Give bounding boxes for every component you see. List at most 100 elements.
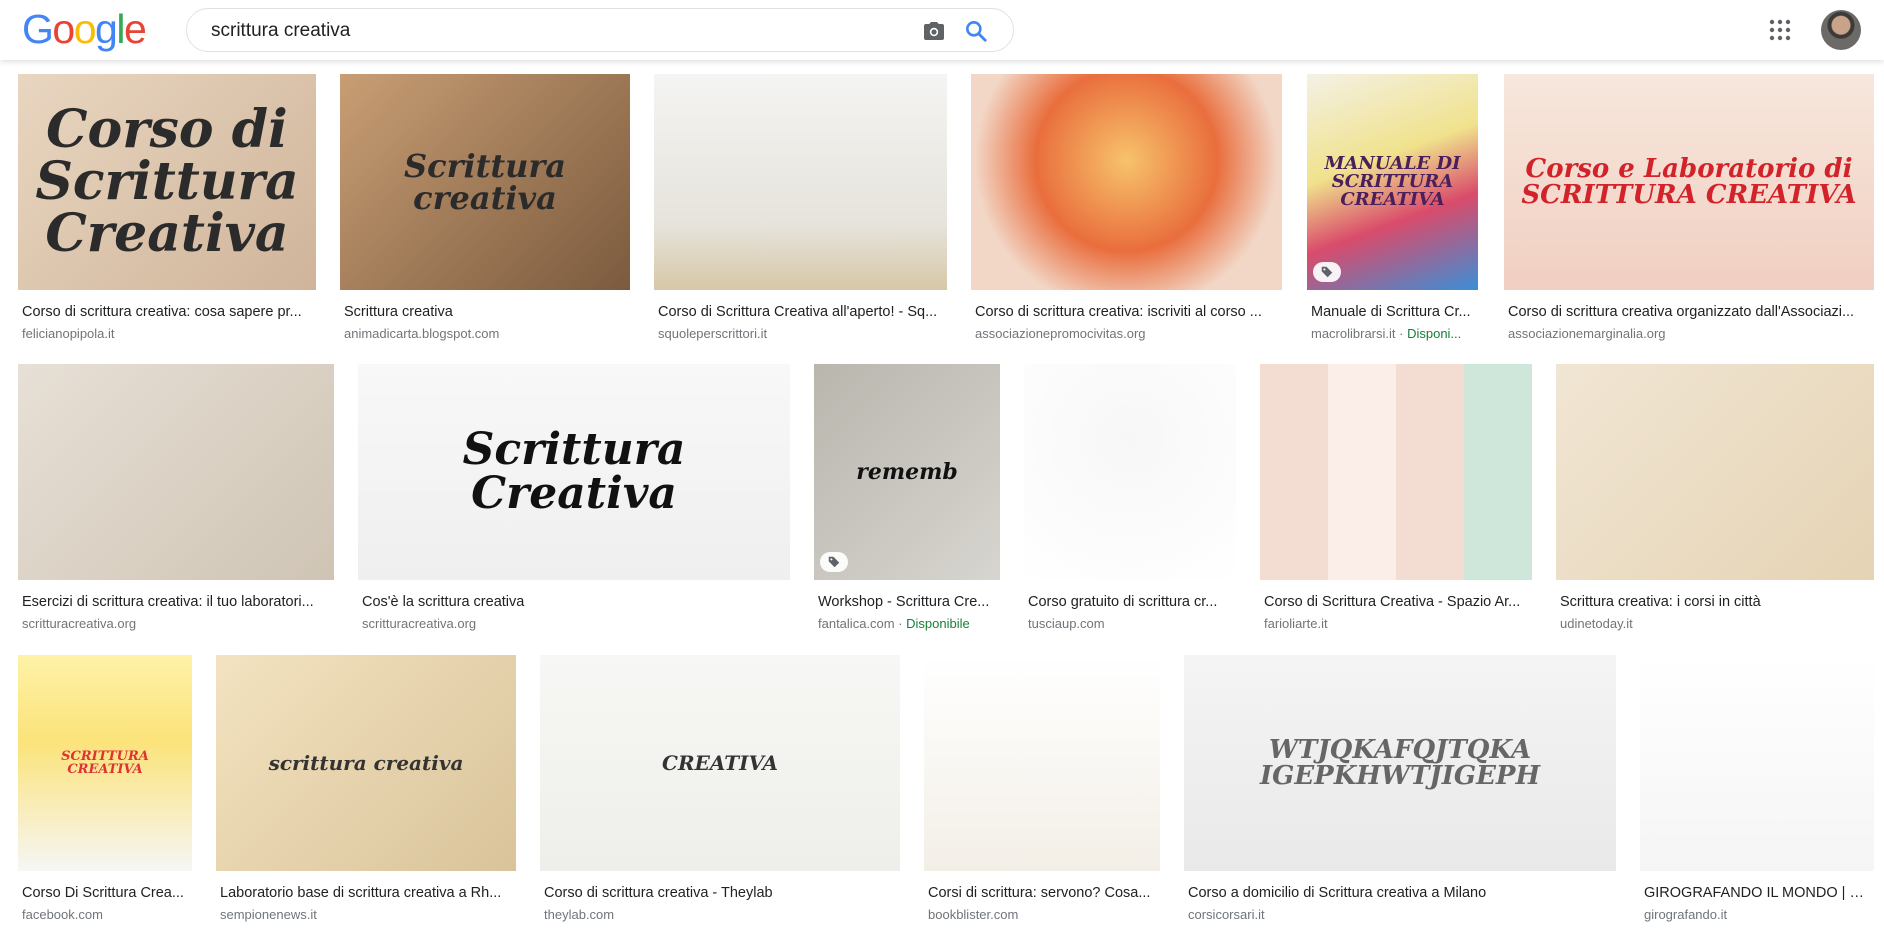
image-result-card[interactable]: Corso di scrittura creativa: iscriviti a… <box>971 74 1282 344</box>
thumbnail-text: Corso di Scrittura Creativa <box>35 99 299 264</box>
result-title[interactable]: Esercizi di scrittura creativa: il tuo l… <box>22 594 330 610</box>
result-title[interactable]: Corso gratuito di scrittura cr... <box>1028 594 1232 610</box>
thumbnail-text: scrittura creativa <box>268 751 464 775</box>
google-logo[interactable]: Google <box>22 6 147 52</box>
result-thumbnail[interactable]: Corso di Scrittura Creativa <box>18 74 316 290</box>
image-result-card[interactable]: Scrittura creativa Scrittura creativa anim… <box>340 74 630 344</box>
logo-letter: o <box>52 6 75 52</box>
result-domain-text: squoleperscrittori.it <box>658 326 768 341</box>
thumbnail-text: rememb <box>856 459 958 485</box>
result-thumbnail[interactable]: SCRITTURA CREATIVA <box>18 655 192 871</box>
image-result-card[interactable]: Corso di Scrittura Creativa - Spazio Ar.… <box>1260 364 1532 634</box>
result-domain-text: sempionenews.it <box>220 907 317 922</box>
result-thumbnail[interactable]: Scrittura Creativa <box>358 364 790 580</box>
result-domain-text: felicianopipola.it <box>22 326 115 341</box>
result-thumbnail[interactable]: Scrittura creativa <box>340 74 630 290</box>
image-result-card[interactable]: Corso gratuito di scrittura cr... tusciau… <box>1024 364 1236 634</box>
thumbnail-text: Scrittura creativa <box>403 147 567 217</box>
image-result-card[interactable]: CREATIVA Corso di scrittura creativa - Th… <box>540 655 900 925</box>
result-domain: squoleperscrittori.it <box>658 326 943 341</box>
result-domain-text: bookblister.com <box>928 907 1019 922</box>
result-title[interactable]: Corso di scrittura creativa: cosa sapere… <box>22 304 312 320</box>
camera-icon[interactable] <box>922 19 946 43</box>
image-result-card[interactable]: WTJQKAFQJTQKA IGEPKHWTJIGEPH Corso a domi… <box>1184 655 1616 925</box>
result-domain-text: udinetoday.it <box>1560 616 1633 631</box>
result-domain-text: girografando.it <box>1644 907 1728 922</box>
result-domain: girografando.it <box>1644 907 1870 922</box>
logo-letter: o <box>73 6 97 52</box>
result-thumbnail[interactable]: Corso e Laboratorio di SCRITTURA CREATIV… <box>1504 74 1874 290</box>
result-title[interactable]: Corso Di Scrittura Crea... <box>22 885 188 901</box>
thumbnail-text: WTJQKAFQJTQKA IGEPKHWTJIGEPH <box>1259 735 1541 791</box>
result-domain: scritturacreativa.org <box>362 616 786 631</box>
result-domain: bookblister.com <box>928 907 1156 922</box>
result-domain-text: fantalica.com <box>818 616 895 631</box>
image-result-card[interactable]: Esercizi di scrittura creativa: il tuo l… <box>18 364 334 634</box>
result-domain: associazionemarginalia.org <box>1508 326 1870 341</box>
image-result-card[interactable]: GIROGRAFANDO IL MONDO | Pr... girografand… <box>1640 655 1874 925</box>
result-title[interactable]: Corso di scrittura creativa - Theylab <box>544 885 896 901</box>
result-domain-text: associazionemarginalia.org <box>1508 326 1666 341</box>
result-title[interactable]: Workshop - Scrittura Cre... <box>818 594 996 610</box>
logo-letter: e <box>123 6 147 52</box>
image-result-card[interactable]: Corso e Laboratorio di SCRITTURA CREATIV… <box>1504 74 1874 344</box>
result-thumbnail[interactable]: CREATIVA <box>540 655 900 871</box>
search-input[interactable] <box>211 18 871 44</box>
result-title[interactable]: Corso di Scrittura Creativa all'aperto! … <box>658 304 943 320</box>
image-result-card[interactable]: Corso di Scrittura Creativa Corso di scri… <box>18 74 316 344</box>
result-title[interactable]: Scrittura creativa: i corsi in città <box>1560 594 1870 610</box>
result-title[interactable]: Scrittura creativa <box>344 304 626 320</box>
result-title[interactable]: Corso di Scrittura Creativa - Spazio Ar.… <box>1264 594 1528 610</box>
result-domain-text: scritturacreativa.org <box>22 616 137 631</box>
result-domain: udinetoday.it <box>1560 616 1870 631</box>
result-domain-text: corsicorsari.it <box>1188 907 1265 922</box>
image-result-card[interactable]: Corsi di scrittura: servono? Cosa... book… <box>924 655 1160 925</box>
image-result-card[interactable]: scrittura creativa Laboratorio base di sc… <box>216 655 516 925</box>
image-result-card[interactable]: rememb Workshop - Scrittura Cre... fantali… <box>814 364 1000 634</box>
result-thumbnail[interactable] <box>654 74 947 290</box>
result-domain: theylab.com <box>544 907 896 922</box>
image-result-card[interactable]: Scrittura Creativa Cos'è la scrittura cre… <box>358 364 790 634</box>
result-domain: farioliarte.it <box>1264 616 1528 631</box>
availability-label: Disponi... <box>1407 326 1462 341</box>
result-thumbnail[interactable] <box>1024 364 1236 580</box>
result-thumbnail[interactable] <box>924 655 1160 871</box>
result-title[interactable]: Corso di scrittura creativa organizzato … <box>1508 304 1870 320</box>
result-title[interactable]: Manuale di Scrittura Cr... <box>1311 304 1474 320</box>
result-domain-text: associazionepromocivitas.org <box>975 326 1146 341</box>
result-thumbnail[interactable]: MANUALE DI SCRITTURA CREATIVA <box>1307 74 1478 290</box>
result-title[interactable]: Laboratorio base di scrittura creativa a… <box>220 885 512 901</box>
result-thumbnail[interactable] <box>1260 364 1532 580</box>
result-title[interactable]: Cos'è la scrittura creativa <box>362 594 786 610</box>
result-domain: associazionepromocivitas.org <box>975 326 1278 341</box>
search-icon[interactable] <box>963 18 989 44</box>
search-box <box>186 8 1014 52</box>
result-domain: animadicarta.blogspot.com <box>344 326 626 341</box>
result-thumbnail[interactable] <box>1556 364 1874 580</box>
result-thumbnail[interactable] <box>1640 655 1874 871</box>
user-avatar[interactable] <box>1821 10 1861 50</box>
image-result-card[interactable]: Corso di Scrittura Creativa all'aperto! … <box>654 74 947 344</box>
result-thumbnail[interactable] <box>971 74 1282 290</box>
image-result-card[interactable]: Scrittura creativa: i corsi in città udin… <box>1556 364 1874 634</box>
result-domain-text: facebook.com <box>22 907 103 922</box>
result-domain-text: scritturacreativa.org <box>362 616 477 631</box>
result-thumbnail[interactable]: scrittura creativa <box>216 655 516 871</box>
image-result-card[interactable]: SCRITTURA CREATIVA Corso Di Scrittura Cre… <box>18 655 192 925</box>
result-domain-text: macrolibrarsi.it <box>1311 326 1396 341</box>
result-title[interactable]: Corso a domicilio di Scrittura creativa … <box>1188 885 1612 901</box>
result-domain: sempionenews.it <box>220 907 512 922</box>
thumbnail-text: MANUALE DI SCRITTURA CREATIVA <box>1324 153 1461 210</box>
result-domain-text: farioliarte.it <box>1264 616 1328 631</box>
result-title[interactable]: Corso di scrittura creativa: iscriviti a… <box>975 304 1278 320</box>
result-thumbnail[interactable]: WTJQKAFQJTQKA IGEPKHWTJIGEPH <box>1184 655 1616 871</box>
availability-label: Disponibile <box>906 616 970 631</box>
image-result-card[interactable]: MANUALE DI SCRITTURA CREATIVA Manuale di … <box>1307 74 1478 344</box>
apps-grid-icon[interactable] <box>1768 18 1792 42</box>
result-thumbnail[interactable]: rememb <box>814 364 1000 580</box>
result-title[interactable]: Corsi di scrittura: servono? Cosa... <box>928 885 1156 901</box>
result-domain: facebook.com <box>22 907 188 922</box>
thumbnail-text: Corso e Laboratorio di SCRITTURA CREATIV… <box>1521 154 1857 210</box>
result-thumbnail[interactable] <box>18 364 334 580</box>
result-title[interactable]: GIROGRAFANDO IL MONDO | Pr... <box>1644 885 1870 901</box>
